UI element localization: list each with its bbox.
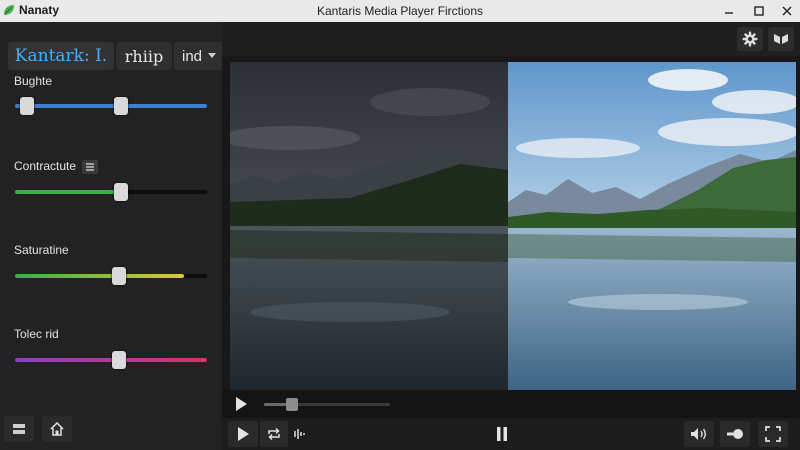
tab-kantark[interactable]: Kantark: I.	[8, 42, 114, 70]
play-icon	[236, 397, 247, 411]
playlist-button[interactable]	[4, 416, 34, 442]
tint-label: Tolec rid	[14, 327, 59, 341]
player-area	[222, 22, 800, 450]
video-after-half	[508, 62, 796, 390]
volume-button[interactable]	[684, 421, 714, 447]
tab-label: rhiip	[124, 46, 164, 66]
slider-thumb[interactable]	[113, 183, 128, 201]
player-toolbar	[222, 22, 800, 56]
fullscreen-button[interactable]	[758, 421, 788, 447]
slider-thumb[interactable]	[111, 267, 126, 285]
playback-controls	[222, 418, 800, 450]
tab-ind-dropdown[interactable]: ind	[174, 42, 224, 70]
contrast-label: Contractute	[14, 159, 99, 174]
window-title: Kantaris Media Player Firctions	[316, 4, 484, 18]
brightness-slider[interactable]	[15, 96, 207, 116]
play-button[interactable]	[228, 421, 258, 447]
minimize-button[interactable]	[714, 0, 744, 22]
slider-fill	[15, 274, 184, 278]
slider-track	[15, 104, 207, 108]
contrast-slider[interactable]	[15, 182, 207, 202]
tab-rhiip[interactable]: rhiip	[116, 42, 172, 70]
tint-slider[interactable]	[15, 350, 207, 370]
slider-thumb-min[interactable]	[19, 97, 34, 115]
saturation-slider[interactable]	[15, 266, 207, 286]
fullscreen-icon	[765, 426, 781, 442]
seek-bar[interactable]	[264, 403, 390, 406]
minimize-icon	[725, 12, 733, 14]
seek-handle[interactable]	[285, 398, 298, 411]
tab-label: ind	[181, 47, 203, 65]
video-frame[interactable]	[230, 62, 796, 390]
maximize-icon	[754, 6, 764, 16]
video-before-half	[230, 62, 508, 390]
slider-track	[15, 190, 207, 194]
maximize-button[interactable]	[744, 0, 774, 22]
gear-icon	[742, 31, 758, 47]
audio-track-button[interactable]	[288, 421, 312, 447]
audio-track-icon	[294, 429, 305, 439]
slider-thumb[interactable]	[111, 351, 126, 369]
record-button[interactable]	[720, 421, 750, 447]
compare-view-button[interactable]	[768, 27, 794, 51]
tab-label: Kantark: I.	[14, 46, 108, 66]
split-view-icon	[774, 34, 788, 44]
chevron-down-icon	[208, 53, 217, 58]
settings-button[interactable]	[737, 27, 763, 51]
slider-fill	[15, 190, 121, 194]
contrast-label-text: Contractute	[14, 159, 77, 173]
mini-play-button[interactable]	[234, 396, 248, 417]
home-button[interactable]	[42, 416, 72, 442]
brightness-label: Bughte	[14, 74, 53, 88]
loop-button[interactable]	[260, 421, 288, 447]
seek-row	[222, 390, 800, 418]
close-button[interactable]	[772, 0, 800, 22]
pause-button[interactable]	[490, 421, 514, 447]
title-bar: Nanaty Kantaris Media Player Firctions	[0, 0, 800, 22]
pause-icon	[497, 427, 507, 441]
lake-scene-image	[508, 62, 796, 390]
slider-thumb[interactable]	[113, 97, 128, 115]
saturation-label: Saturatine	[14, 243, 69, 257]
play-icon	[238, 427, 249, 441]
volume-icon	[691, 428, 706, 440]
menu-icon	[86, 163, 95, 171]
slider-fill	[15, 104, 207, 108]
close-icon	[782, 6, 792, 16]
list-icon	[13, 424, 25, 434]
adjustments-sidebar: Kantark: I. rhiip ind Bughte Contractute…	[0, 22, 224, 450]
home-icon	[50, 422, 64, 436]
loop-icon	[268, 427, 280, 441]
lake-scene-dimmed-image	[230, 62, 508, 390]
contrast-menu-button[interactable]	[82, 159, 99, 174]
record-icon	[727, 429, 743, 439]
